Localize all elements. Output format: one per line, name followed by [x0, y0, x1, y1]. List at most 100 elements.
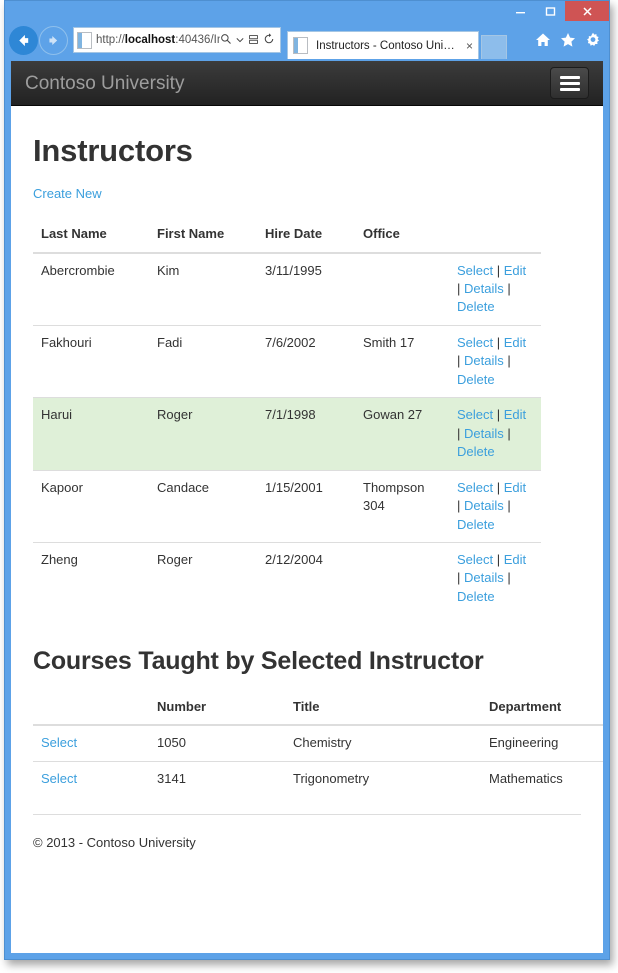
table-row[interactable]: Select 3141 Trigonometry Mathematics: [33, 760, 603, 797]
course-select-link[interactable]: Select: [41, 735, 77, 750]
table-row[interactable]: Select 1050 Chemistry Engineering: [33, 725, 603, 761]
maximize-button[interactable]: [535, 1, 565, 21]
cell-first-name: Roger: [149, 541, 257, 615]
title-bar: [5, 1, 609, 21]
column-header-first-name: First Name: [149, 217, 257, 254]
select-link[interactable]: Select: [457, 552, 493, 567]
tab-title: Instructors - Contoso Unive...: [316, 39, 460, 52]
edit-link[interactable]: Edit: [504, 407, 526, 422]
table-row[interactable]: Harui Roger 7/1/1998 Gowan 27 Select | Edit …: [33, 397, 541, 471]
delete-link[interactable]: Delete: [457, 589, 495, 604]
details-link[interactable]: Details: [464, 570, 504, 585]
action-separator: |: [493, 551, 504, 567]
edit-link[interactable]: Edit: [504, 480, 526, 495]
column-header-department: Department: [481, 689, 603, 727]
cell-actions: Select | Edit | Details | Delete: [449, 469, 541, 543]
column-header-hire-date: Hire Date: [257, 217, 355, 254]
favorites-star-icon[interactable]: [560, 32, 576, 48]
cell-actions: Select | Edit | Details | Delete: [449, 324, 541, 398]
table-row[interactable]: Abercrombie Kim 3/11/1995 Select | Edit | D…: [33, 253, 541, 326]
settings-gear-icon[interactable]: [585, 32, 601, 48]
hamburger-bar: [559, 87, 580, 91]
create-new-link[interactable]: Create New: [33, 186, 102, 201]
cell-first-name: Fadi: [149, 324, 257, 398]
select-link[interactable]: Select: [457, 407, 493, 422]
address-bar[interactable]: http://localhost:40436/Ins: [73, 27, 281, 53]
cell-first-name: Candace: [149, 469, 257, 543]
action-separator: |: [503, 425, 511, 441]
details-link[interactable]: Details: [464, 281, 504, 296]
table-row[interactable]: Zheng Roger 2/12/2004 Select | Edit | Detai…: [33, 541, 541, 615]
url-text: http://localhost:40436/Ins: [96, 34, 220, 46]
details-link[interactable]: Details: [464, 426, 504, 441]
tab-close-icon[interactable]: ×: [466, 40, 473, 52]
home-icon[interactable]: [535, 32, 551, 48]
table-row[interactable]: Fakhouri Fadi 7/6/2002 Smith 17 Select | Edi…: [33, 324, 541, 398]
page-viewport: Contoso University Instructors Create Ne…: [11, 61, 603, 953]
browser-tab[interactable]: Instructors - Contoso Unive... ×: [287, 31, 479, 59]
course-select-link[interactable]: Select: [41, 771, 77, 786]
new-tab-button[interactable]: [481, 35, 507, 59]
minimize-button[interactable]: [505, 1, 535, 21]
edit-link[interactable]: Edit: [504, 263, 526, 278]
tab-page-icon: [293, 37, 308, 54]
edit-link[interactable]: Edit: [504, 552, 526, 567]
search-icon[interactable]: [220, 33, 232, 47]
column-header-last-name: Last Name: [33, 217, 149, 254]
cell-last-name: Zheng: [33, 541, 149, 615]
window-controls: [505, 1, 609, 21]
cell-last-name: Abercrombie: [41, 262, 115, 278]
delete-link[interactable]: Delete: [457, 372, 495, 387]
browser-window: http://localhost:40436/Ins Instruct: [4, 0, 610, 960]
browser-toolbar: http://localhost:40436/Ins Instruct: [5, 21, 609, 59]
compatibility-view-icon[interactable]: [248, 34, 259, 47]
column-header-actions: [449, 217, 541, 254]
brand-link[interactable]: Contoso University: [25, 74, 184, 93]
action-separator: |: [503, 281, 511, 296]
page-title: Instructors: [33, 133, 193, 168]
cell-hire-date: 3/11/1995: [265, 262, 322, 278]
column-header-number: Number: [149, 689, 285, 727]
content-container: Instructors Create New Last Name First N…: [11, 133, 603, 850]
chevron-down-icon[interactable]: [236, 34, 244, 46]
action-separator: |: [493, 407, 504, 423]
details-link[interactable]: Details: [464, 498, 504, 513]
browser-toolbar-icons: [535, 32, 609, 48]
forward-button[interactable]: [39, 25, 68, 55]
navbar-toggle-button[interactable]: [550, 67, 589, 99]
delete-link[interactable]: Delete: [457, 517, 495, 532]
cell-last-name: Harui: [33, 397, 149, 471]
cell-course-number: 3141: [149, 760, 285, 797]
select-link[interactable]: Select: [457, 335, 493, 350]
cell-actions: Select | Edit | Details | Delete: [449, 253, 541, 326]
cell-course-department: Engineering: [489, 735, 559, 751]
cell-hire-date: 1/15/2001: [257, 469, 355, 543]
table-row[interactable]: Kapoor Candace 1/15/2001 Thompson 304 Select…: [33, 469, 541, 543]
cell-last-name: Fakhouri: [33, 324, 149, 398]
courses-section-title: Courses Taught by Selected Instructor: [33, 647, 484, 676]
cell-course-department: Mathematics: [481, 760, 603, 797]
refresh-icon[interactable]: [263, 33, 275, 47]
table-header-row: Last Name First Name Hire Date Office: [33, 217, 541, 254]
cell-hire-date: 7/1/1998: [257, 397, 355, 471]
edit-link[interactable]: Edit: [504, 335, 526, 350]
footer-divider: [33, 814, 581, 816]
delete-link[interactable]: Delete: [457, 299, 495, 314]
delete-link[interactable]: Delete: [457, 444, 495, 459]
select-link[interactable]: Select: [457, 263, 493, 278]
action-separator: |: [503, 570, 511, 586]
action-separator: |: [457, 570, 464, 586]
column-header-title: Title: [285, 689, 481, 727]
cell-actions: Select | Edit | Details | Delete: [449, 541, 541, 615]
cell-actions: Select | Edit | Details | Delete: [449, 397, 541, 471]
select-link[interactable]: Select: [457, 480, 493, 495]
close-button[interactable]: [565, 1, 609, 21]
cell-office: Gowan 27: [355, 397, 449, 471]
cell-select: Select: [33, 760, 149, 797]
hamburger-bar: [559, 81, 580, 85]
details-link[interactable]: Details: [464, 353, 504, 368]
table-header-row: Number Title Department: [33, 689, 603, 727]
back-button[interactable]: [9, 25, 38, 55]
action-separator: |: [457, 498, 464, 514]
hamburger-bar: [559, 75, 580, 79]
